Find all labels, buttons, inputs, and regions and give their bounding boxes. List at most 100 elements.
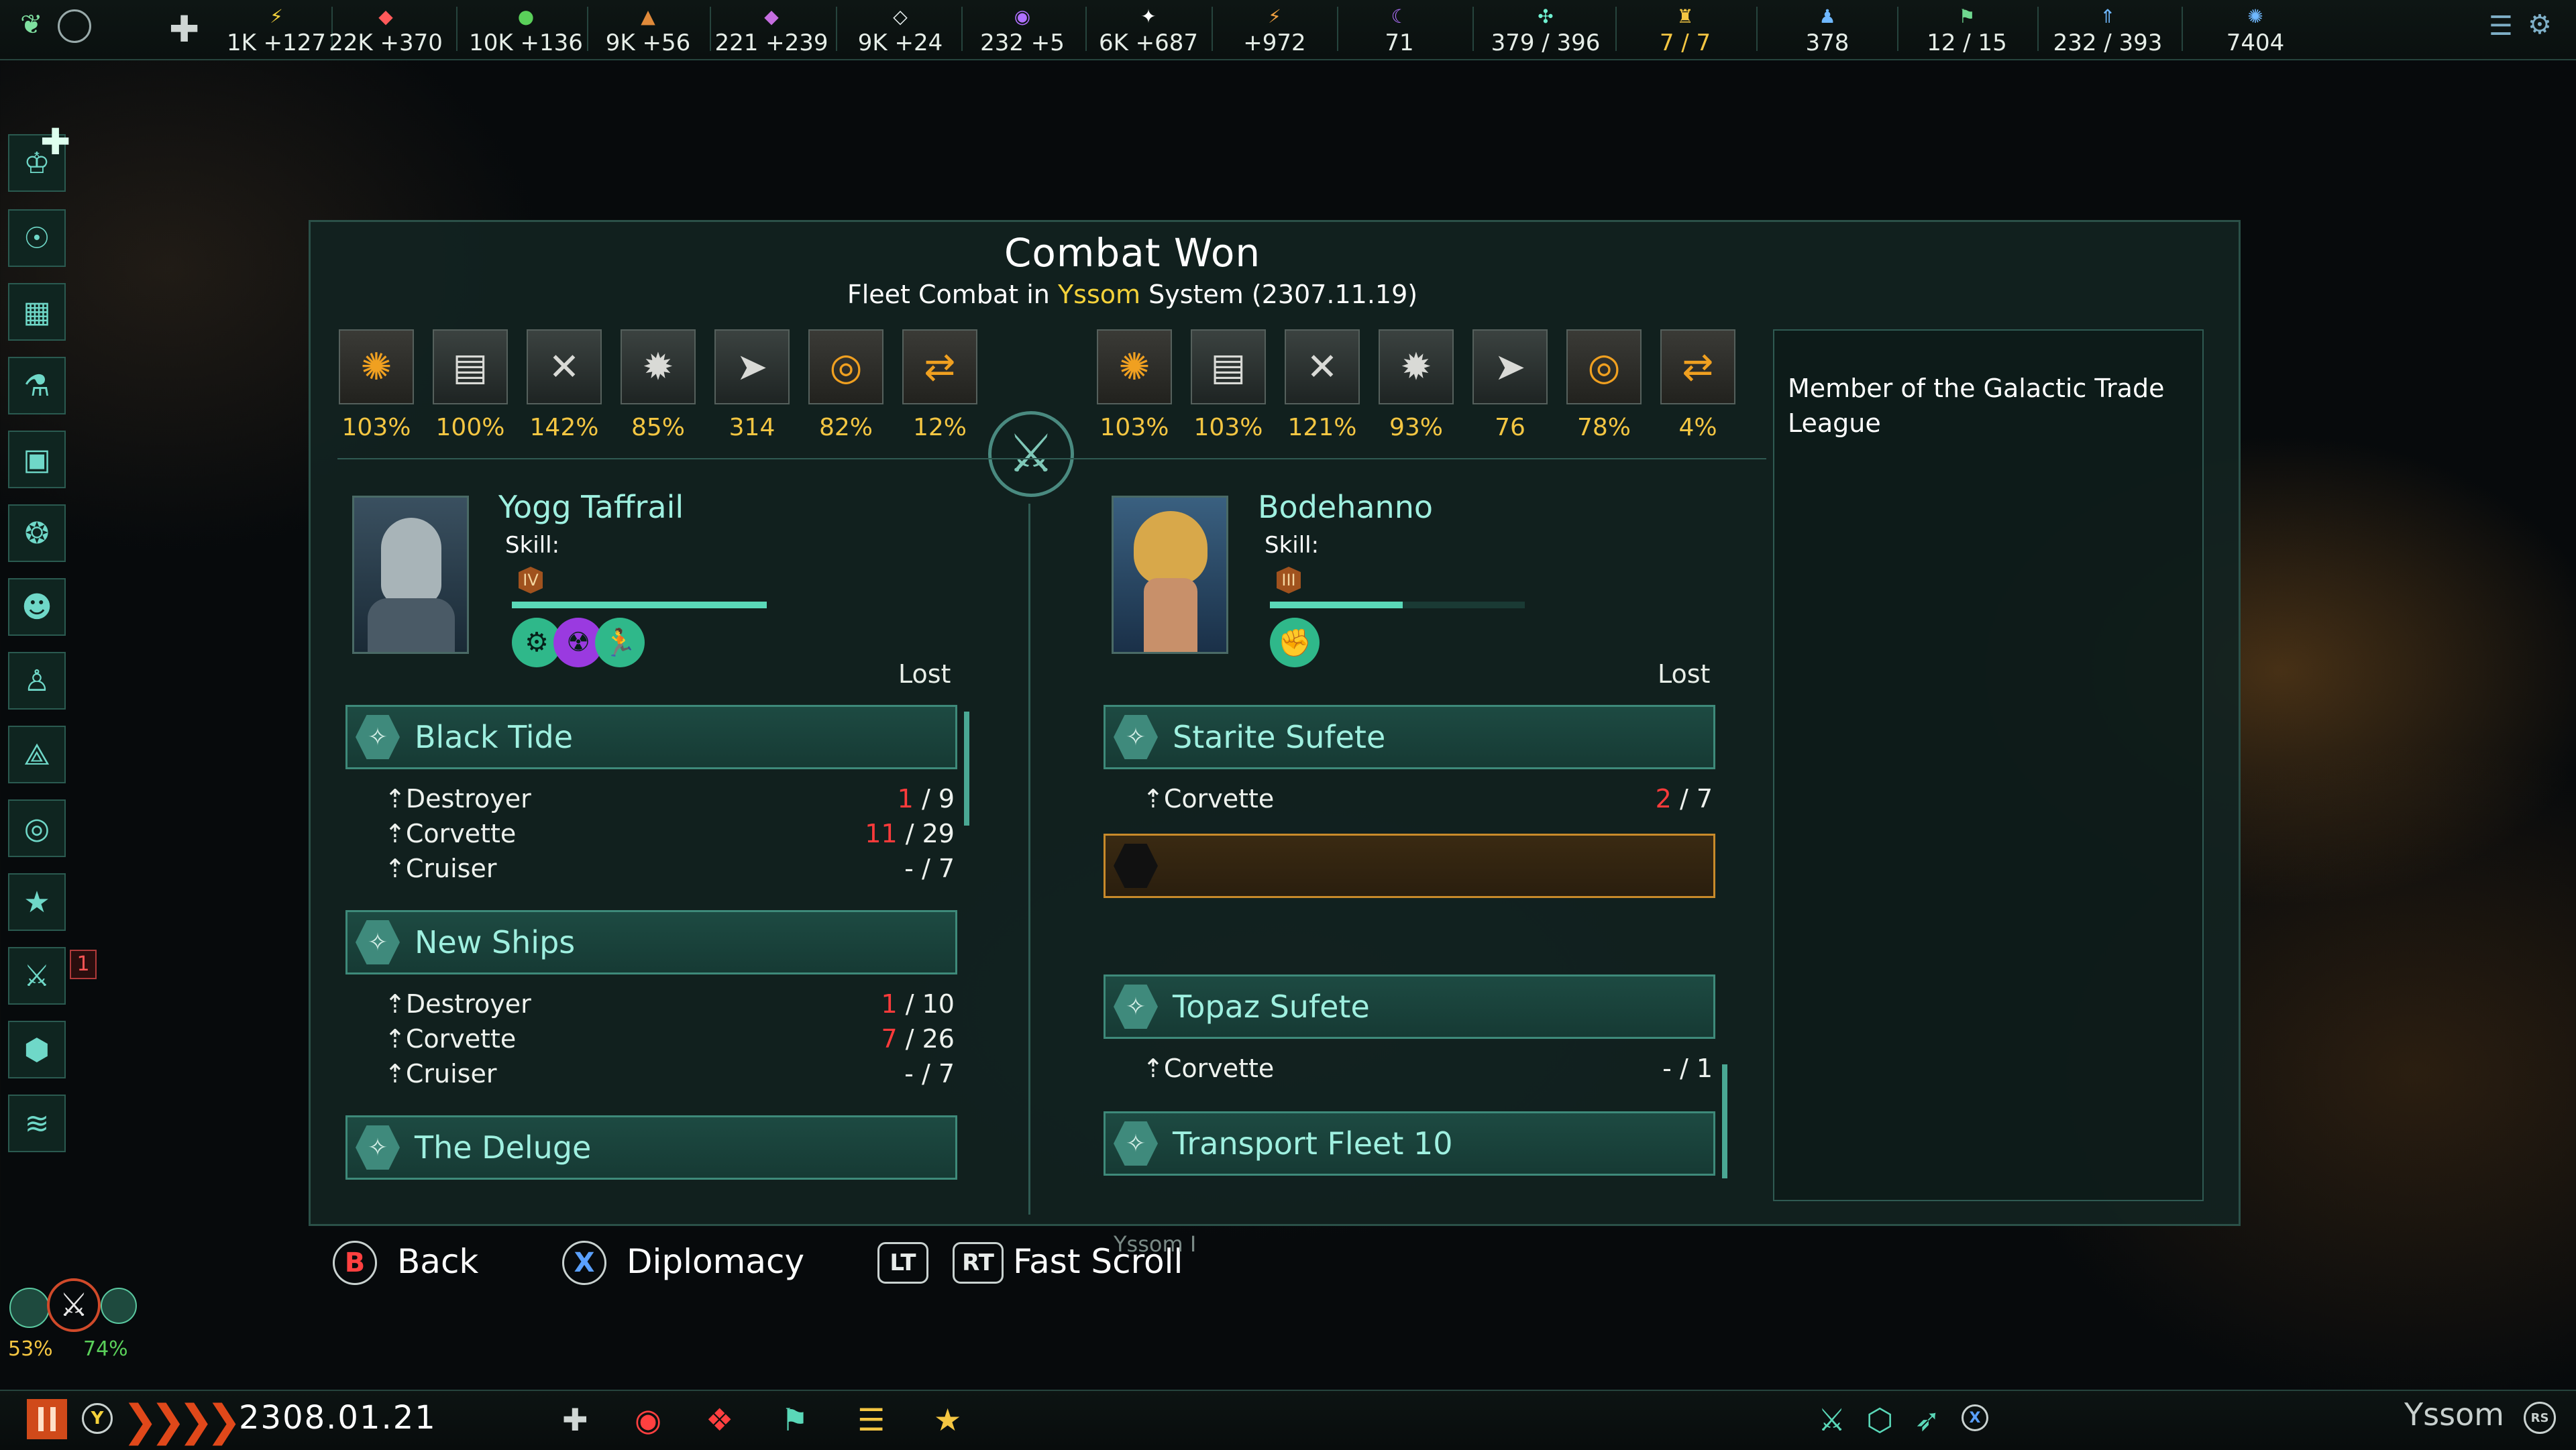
diplomacy-button[interactable]: Diplomacy	[627, 1242, 804, 1281]
fleet-header[interactable]: ✧ Transport Fleet 10	[1104, 1111, 1715, 1176]
sidebar-traditions-button[interactable]: ★	[8, 873, 66, 931]
resource-special-resource[interactable]: ☾ 71	[1339, 7, 1460, 57]
resource-consumer-goods[interactable]: ▲ 9K +56	[588, 7, 708, 57]
ships-lost: 11	[865, 819, 898, 848]
resource-energy[interactable]: ⚡ 1K +127	[216, 7, 337, 57]
resource-naval-capacity[interactable]: ⇑ 232 / 393	[2047, 7, 2168, 57]
left-commander-portrait[interactable]	[352, 496, 469, 654]
sidebar-factions-button[interactable]: ☻	[8, 578, 66, 636]
selected-empty-fleet-slot[interactable]	[1104, 834, 1715, 898]
right-commander-name[interactable]: Bodehanno	[1258, 489, 1433, 525]
right-stat-hull[interactable]: ▤ 103%	[1188, 329, 1269, 441]
fleet-icon[interactable]: ⚑	[781, 1402, 808, 1438]
left-stat-armor[interactable]: ✕ 142%	[524, 329, 604, 441]
war-indicator[interactable]: ⚔	[7, 1274, 137, 1335]
fleet-header[interactable]: ✧ New Ships	[345, 910, 957, 974]
sidebar-relics-button[interactable]: ⬢	[8, 1021, 66, 1078]
empire-flag-icon[interactable]: ❦	[20, 9, 54, 43]
alert-icon[interactable]: ❖	[706, 1402, 733, 1438]
resource-value: 22K +370	[329, 30, 443, 56]
resource-separator	[1472, 7, 1474, 51]
xp-fill	[1270, 602, 1403, 608]
resource-research[interactable]: ⚡ +972	[1214, 7, 1335, 57]
sidebar-species-button[interactable]: ❂	[8, 504, 66, 562]
right-commander-portrait[interactable]	[1112, 496, 1228, 654]
gear-icon[interactable]: ⚙	[2528, 9, 2555, 40]
resource-starbase[interactable]: ♜ 7 / 7	[1625, 7, 1746, 57]
right-stat-damage[interactable]: ✺ 103%	[1094, 329, 1175, 441]
resource-unity[interactable]: ✦ 6K +687	[1088, 5, 1209, 57]
menu-icon[interactable]: ☰	[2489, 11, 2516, 42]
sidebar-federation-button[interactable]: ⟁	[8, 726, 66, 783]
x-button-icon[interactable]: X	[562, 1241, 606, 1285]
resource-envoy[interactable]: ⚑ 12 / 15	[1907, 7, 2027, 57]
resource-influence[interactable]: ◉ 232 +5	[962, 7, 1083, 57]
resource-fleet-size[interactable]: ✣ 379 / 396	[1485, 7, 1606, 57]
ship-map-icon[interactable]: ➶	[1915, 1402, 1941, 1438]
left-stat-shields[interactable]: ✹ 85%	[618, 329, 698, 441]
x-button-icon[interactable]: X	[1962, 1404, 1988, 1431]
b-button-icon[interactable]: B	[333, 1241, 377, 1285]
subtitle-system-link[interactable]: Yssom	[1058, 280, 1140, 309]
sidebar-contacts-button[interactable]: ☉	[8, 209, 66, 267]
fleet-header[interactable]: ✧ Starite Sufete	[1104, 705, 1715, 769]
trait-icon[interactable]: 🏃	[595, 618, 645, 667]
ships-total: / 7	[1679, 784, 1713, 814]
unity-icon: ✦	[1140, 5, 1157, 27]
hull-icon: ▤	[1191, 329, 1266, 404]
ships-lost: 1	[897, 784, 914, 814]
rt-button-icon[interactable]: RT	[953, 1242, 1004, 1284]
fleet-header[interactable]: ✧ Topaz Sufete	[1104, 974, 1715, 1039]
left-fleet-list[interactable]: ✧ Black Tide ⇡Destroyer 1 / 9 ⇡Corvette 11 …	[337, 705, 1002, 1182]
sidebar-market-button[interactable]: ▣	[8, 431, 66, 488]
lt-button-icon[interactable]: LT	[877, 1242, 928, 1284]
settings-icon[interactable]	[58, 9, 91, 43]
outliner-plus-icon[interactable]: ✚	[562, 1402, 588, 1438]
resource-empire-score[interactable]: ✺ 7404	[2195, 7, 2316, 57]
right-stat-shields[interactable]: ✹ 93%	[1376, 329, 1456, 441]
resource-trade[interactable]: ◇ 9K +24	[840, 7, 961, 57]
visibility-icon[interactable]: ◉	[635, 1402, 661, 1438]
top-resource-bar: ❦ ✚ ⚡ 1K +127 ◆ 22K +370 ● 10K +136 ▲ 9K +56 ◆ 22…	[0, 0, 2576, 60]
trait-icon[interactable]: ✊	[1270, 618, 1320, 667]
right-fleet-list[interactable]: ✧ Starite Sufete ⇡Corvette 2 / 7 ✧ Topaz Su…	[1095, 705, 1760, 1182]
fleet-header[interactable]: ✧ The Deluge	[345, 1115, 957, 1180]
left-scrollbar[interactable]	[964, 712, 969, 826]
star-icon[interactable]: ★	[934, 1402, 961, 1438]
right-stat-speed[interactable]: ➤ 76	[1470, 329, 1550, 441]
resource-pops[interactable]: ♟ 378	[1767, 7, 1888, 57]
plus-icon[interactable]: ✚	[40, 121, 70, 163]
sidebar-fleet-manager-button[interactable]: ≋	[8, 1095, 66, 1152]
right-scrollbar[interactable]	[1722, 1064, 1727, 1178]
pause-button[interactable]	[27, 1399, 67, 1439]
left-stat-evasion[interactable]: ⇄ 12%	[900, 329, 980, 441]
list-icon[interactable]: ☰	[857, 1402, 885, 1438]
hex-map-icon[interactable]: ⬡	[1866, 1402, 1893, 1438]
map-mode-icon[interactable]: ⚔	[1818, 1402, 1845, 1438]
resource-minerals[interactable]: ◆ 22K +370	[325, 7, 446, 57]
right-stat-evasion[interactable]: ⇄ 4%	[1658, 329, 1738, 441]
fleet-header[interactable]: ✧ Black Tide	[345, 705, 957, 769]
stat-value: 121%	[1287, 414, 1357, 441]
left-stat-hull[interactable]: ▤ 100%	[430, 329, 511, 441]
left-stat-accuracy[interactable]: ◎ 82%	[806, 329, 886, 441]
y-button-icon[interactable]: Y	[82, 1403, 113, 1434]
left-stat-speed[interactable]: ➤ 314	[712, 329, 792, 441]
alien-avatar	[1134, 511, 1208, 585]
right-stat-accuracy[interactable]: ◎ 78%	[1564, 329, 1644, 441]
sidebar-galaxy-button[interactable]: ◎	[8, 799, 66, 857]
add-outliner-icon[interactable]: ✚	[169, 11, 204, 48]
sidebar-technology-button[interactable]: ⚗	[8, 357, 66, 414]
right-stat-armor[interactable]: ✕ 121%	[1282, 329, 1362, 441]
sidebar-planets-button[interactable]: ▦	[8, 283, 66, 341]
game-speed-indicator[interactable]: ❯❯❯❯	[122, 1396, 241, 1446]
left-commander-name[interactable]: Yogg Taffrail	[498, 489, 684, 525]
sidebar-leaders-button[interactable]: ♙	[8, 652, 66, 710]
rs-button-icon[interactable]: RS	[2524, 1402, 2556, 1434]
resource-alloys[interactable]: ◆ 221 +239	[711, 7, 832, 57]
ships-total: / 1	[1679, 1054, 1713, 1083]
resource-food[interactable]: ● 10K +136	[466, 7, 586, 57]
left-stat-damage[interactable]: ✺ 103%	[336, 329, 417, 441]
back-button[interactable]: Back	[397, 1242, 478, 1281]
sidebar-wars-button[interactable]: ⚔	[8, 947, 66, 1005]
